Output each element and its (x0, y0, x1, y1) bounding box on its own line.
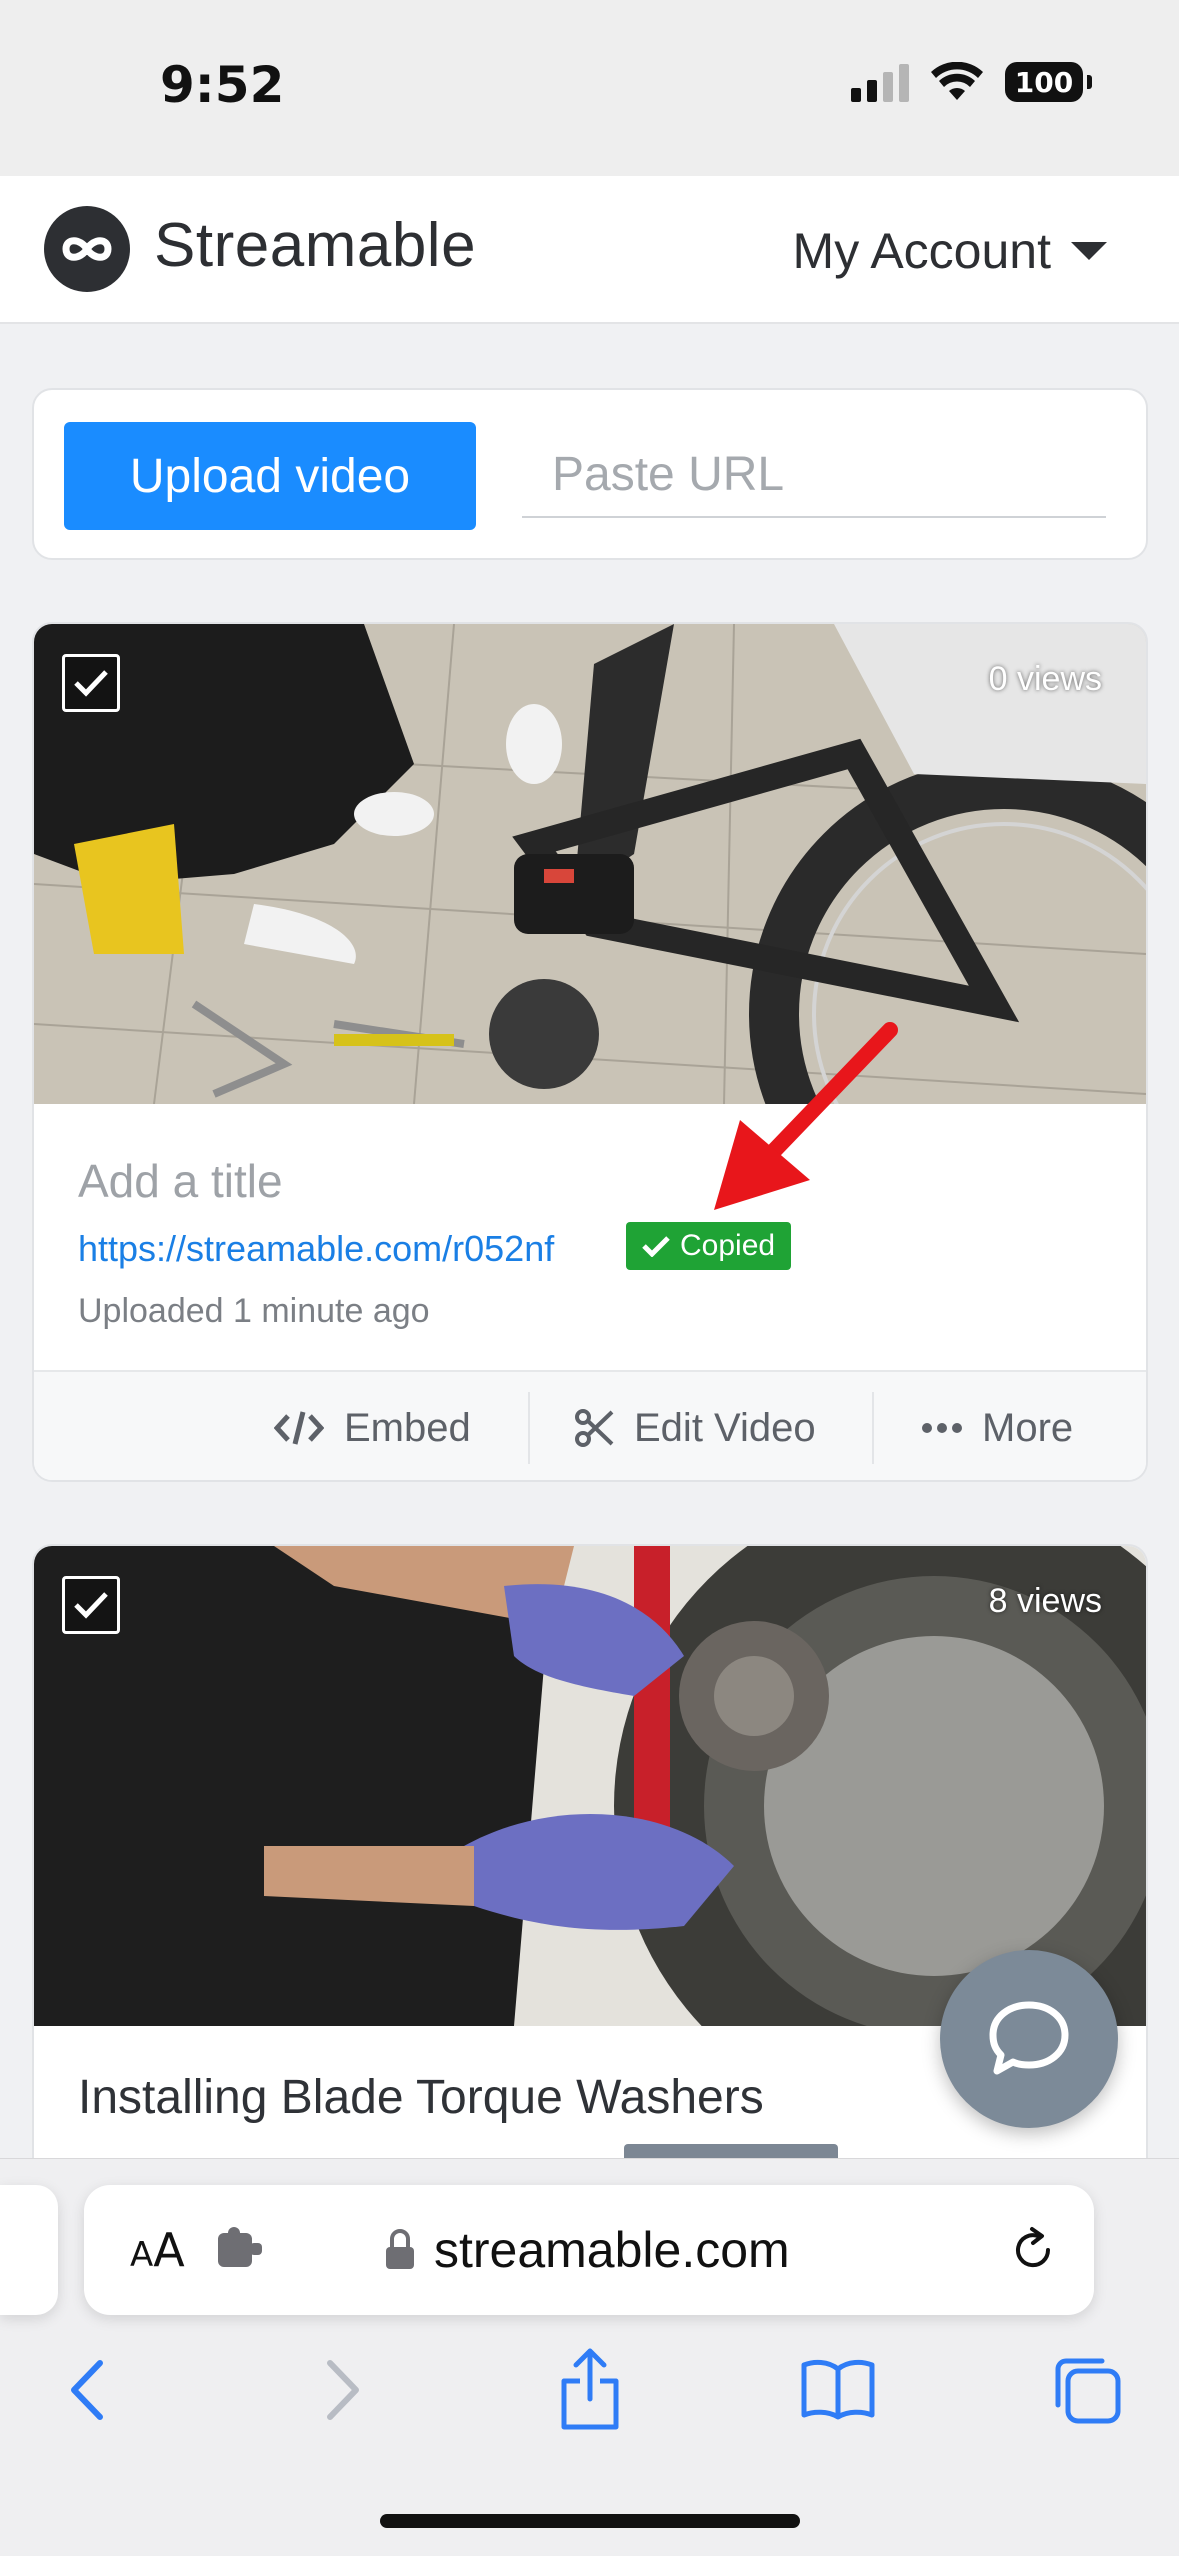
share-icon[interactable] (558, 2347, 622, 2431)
brand-name[interactable]: Streamable (154, 210, 476, 281)
bookmarks-icon[interactable] (800, 2357, 876, 2421)
embed-label: Embed (344, 1405, 471, 1450)
upload-card: Upload video Paste URL (32, 388, 1148, 560)
app-header: Streamable My Account (0, 176, 1179, 324)
previous-tab-peek[interactable] (0, 2185, 58, 2315)
paste-url-input[interactable]: Paste URL (522, 432, 1106, 518)
streamable-logo-icon[interactable] (44, 206, 130, 292)
view-count: 0 views (988, 660, 1102, 698)
more-label: More (982, 1405, 1074, 1450)
caret-down-icon (1071, 242, 1107, 260)
select-checkbox[interactable] (62, 654, 120, 712)
back-icon[interactable] (64, 2357, 112, 2423)
url-domain[interactable]: streamable.com (434, 2221, 790, 2279)
upload-video-button[interactable]: Upload video (64, 422, 476, 530)
tabs-icon[interactable] (1052, 2355, 1122, 2425)
checkmark-icon (642, 1236, 670, 1257)
ellipsis-icon (922, 1423, 962, 1433)
more-button[interactable]: More (922, 1372, 1074, 1480)
wifi-icon (931, 62, 983, 100)
red-annotation-arrow (714, 1022, 898, 1210)
status-icons: 100 (851, 62, 1092, 102)
upload-time: Uploaded 1 minute ago (78, 1292, 430, 1330)
copied-badge: Copied (626, 1222, 792, 1270)
text-size-button[interactable]: AA (130, 2223, 185, 2277)
status-bar: 9:52 100 (0, 0, 1179, 176)
video-card: 0 views Add a title https://streamable.c… (32, 622, 1148, 1482)
select-checkbox[interactable] (62, 1576, 120, 1634)
status-time: 9:52 (160, 56, 285, 114)
card-actions: Embed Edit Video More (34, 1370, 1146, 1480)
embed-button[interactable]: Embed (274, 1372, 471, 1480)
battery-icon: 100 (1005, 62, 1092, 102)
copied-label: Copied (680, 1229, 776, 1262)
lock-icon (386, 2229, 414, 2269)
chat-button[interactable] (940, 1950, 1118, 2128)
chat-bubble-icon (989, 2001, 1069, 2075)
view-count: 8 views (988, 1582, 1102, 1620)
scissors-icon (575, 1409, 614, 1447)
browser-toolbar: AA streamable.com (0, 2158, 1179, 2556)
cellular-signal-icon (851, 62, 909, 102)
extension-icon[interactable] (216, 2227, 266, 2271)
divider (528, 1392, 530, 1464)
edit-video-button[interactable]: Edit Video (574, 1372, 816, 1480)
home-indicator (380, 2514, 800, 2528)
title-input[interactable]: Add a title (78, 1154, 283, 1208)
video-thumbnail[interactable]: 0 views (34, 624, 1146, 1104)
divider (872, 1392, 874, 1464)
my-account-menu[interactable]: My Account (793, 222, 1107, 280)
address-bar[interactable]: AA streamable.com (84, 2185, 1094, 2315)
code-icon (274, 1411, 324, 1445)
video-thumbnail[interactable]: 8 views (34, 1546, 1146, 2026)
forward-icon[interactable] (318, 2357, 366, 2423)
reload-icon[interactable] (1008, 2225, 1058, 2275)
edit-video-label: Edit Video (634, 1405, 816, 1450)
video-link[interactable]: https://streamable.com/r052nf (78, 1228, 554, 1270)
my-account-label: My Account (792, 223, 1051, 279)
video-title[interactable]: Installing Blade Torque Washers (78, 2070, 764, 2125)
